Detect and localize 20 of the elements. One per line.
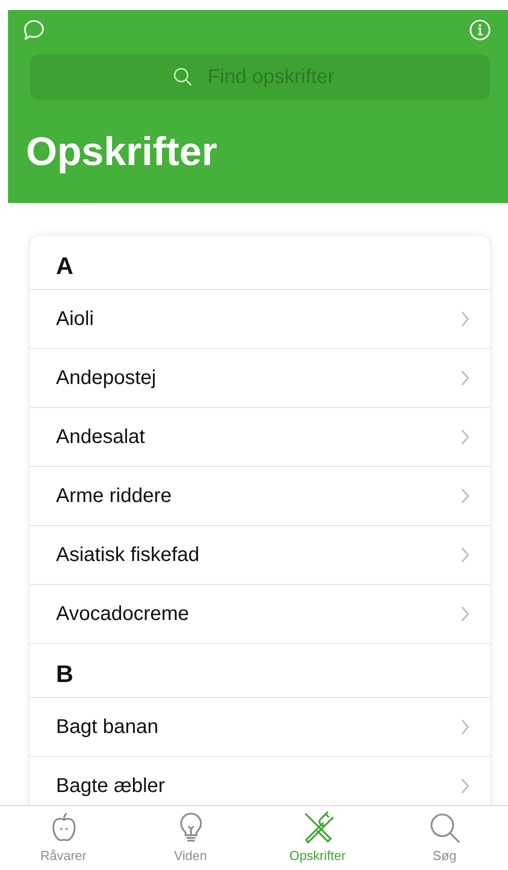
section-letter: B bbox=[56, 661, 74, 689]
page-title: Opskrifter bbox=[26, 130, 218, 175]
recipe-row[interactable]: Asiatisk fiskefad bbox=[30, 526, 490, 585]
chat-bubble-icon[interactable] bbox=[22, 18, 46, 42]
recipe-row[interactable]: Aioli bbox=[30, 290, 490, 349]
recipe-row[interactable]: Arme riddere bbox=[30, 467, 490, 526]
chevron-right-icon bbox=[460, 311, 470, 327]
chevron-right-icon bbox=[460, 547, 470, 563]
recipe-row[interactable]: Andesalat bbox=[30, 408, 490, 467]
recipe-row[interactable]: Avocadocreme bbox=[30, 585, 490, 644]
chevron-right-icon bbox=[460, 370, 470, 386]
chevron-right-icon bbox=[460, 778, 470, 794]
chevron-right-icon bbox=[460, 429, 470, 445]
info-icon[interactable] bbox=[468, 18, 492, 42]
chevron-right-icon bbox=[460, 719, 470, 735]
chevron-right-icon bbox=[460, 488, 470, 504]
section-letter: A bbox=[56, 253, 74, 281]
chevron-right-icon bbox=[460, 606, 470, 622]
recipe-row[interactable]: Bagt banan bbox=[30, 698, 490, 757]
recipe-row[interactable]: Andepostej bbox=[30, 349, 490, 408]
